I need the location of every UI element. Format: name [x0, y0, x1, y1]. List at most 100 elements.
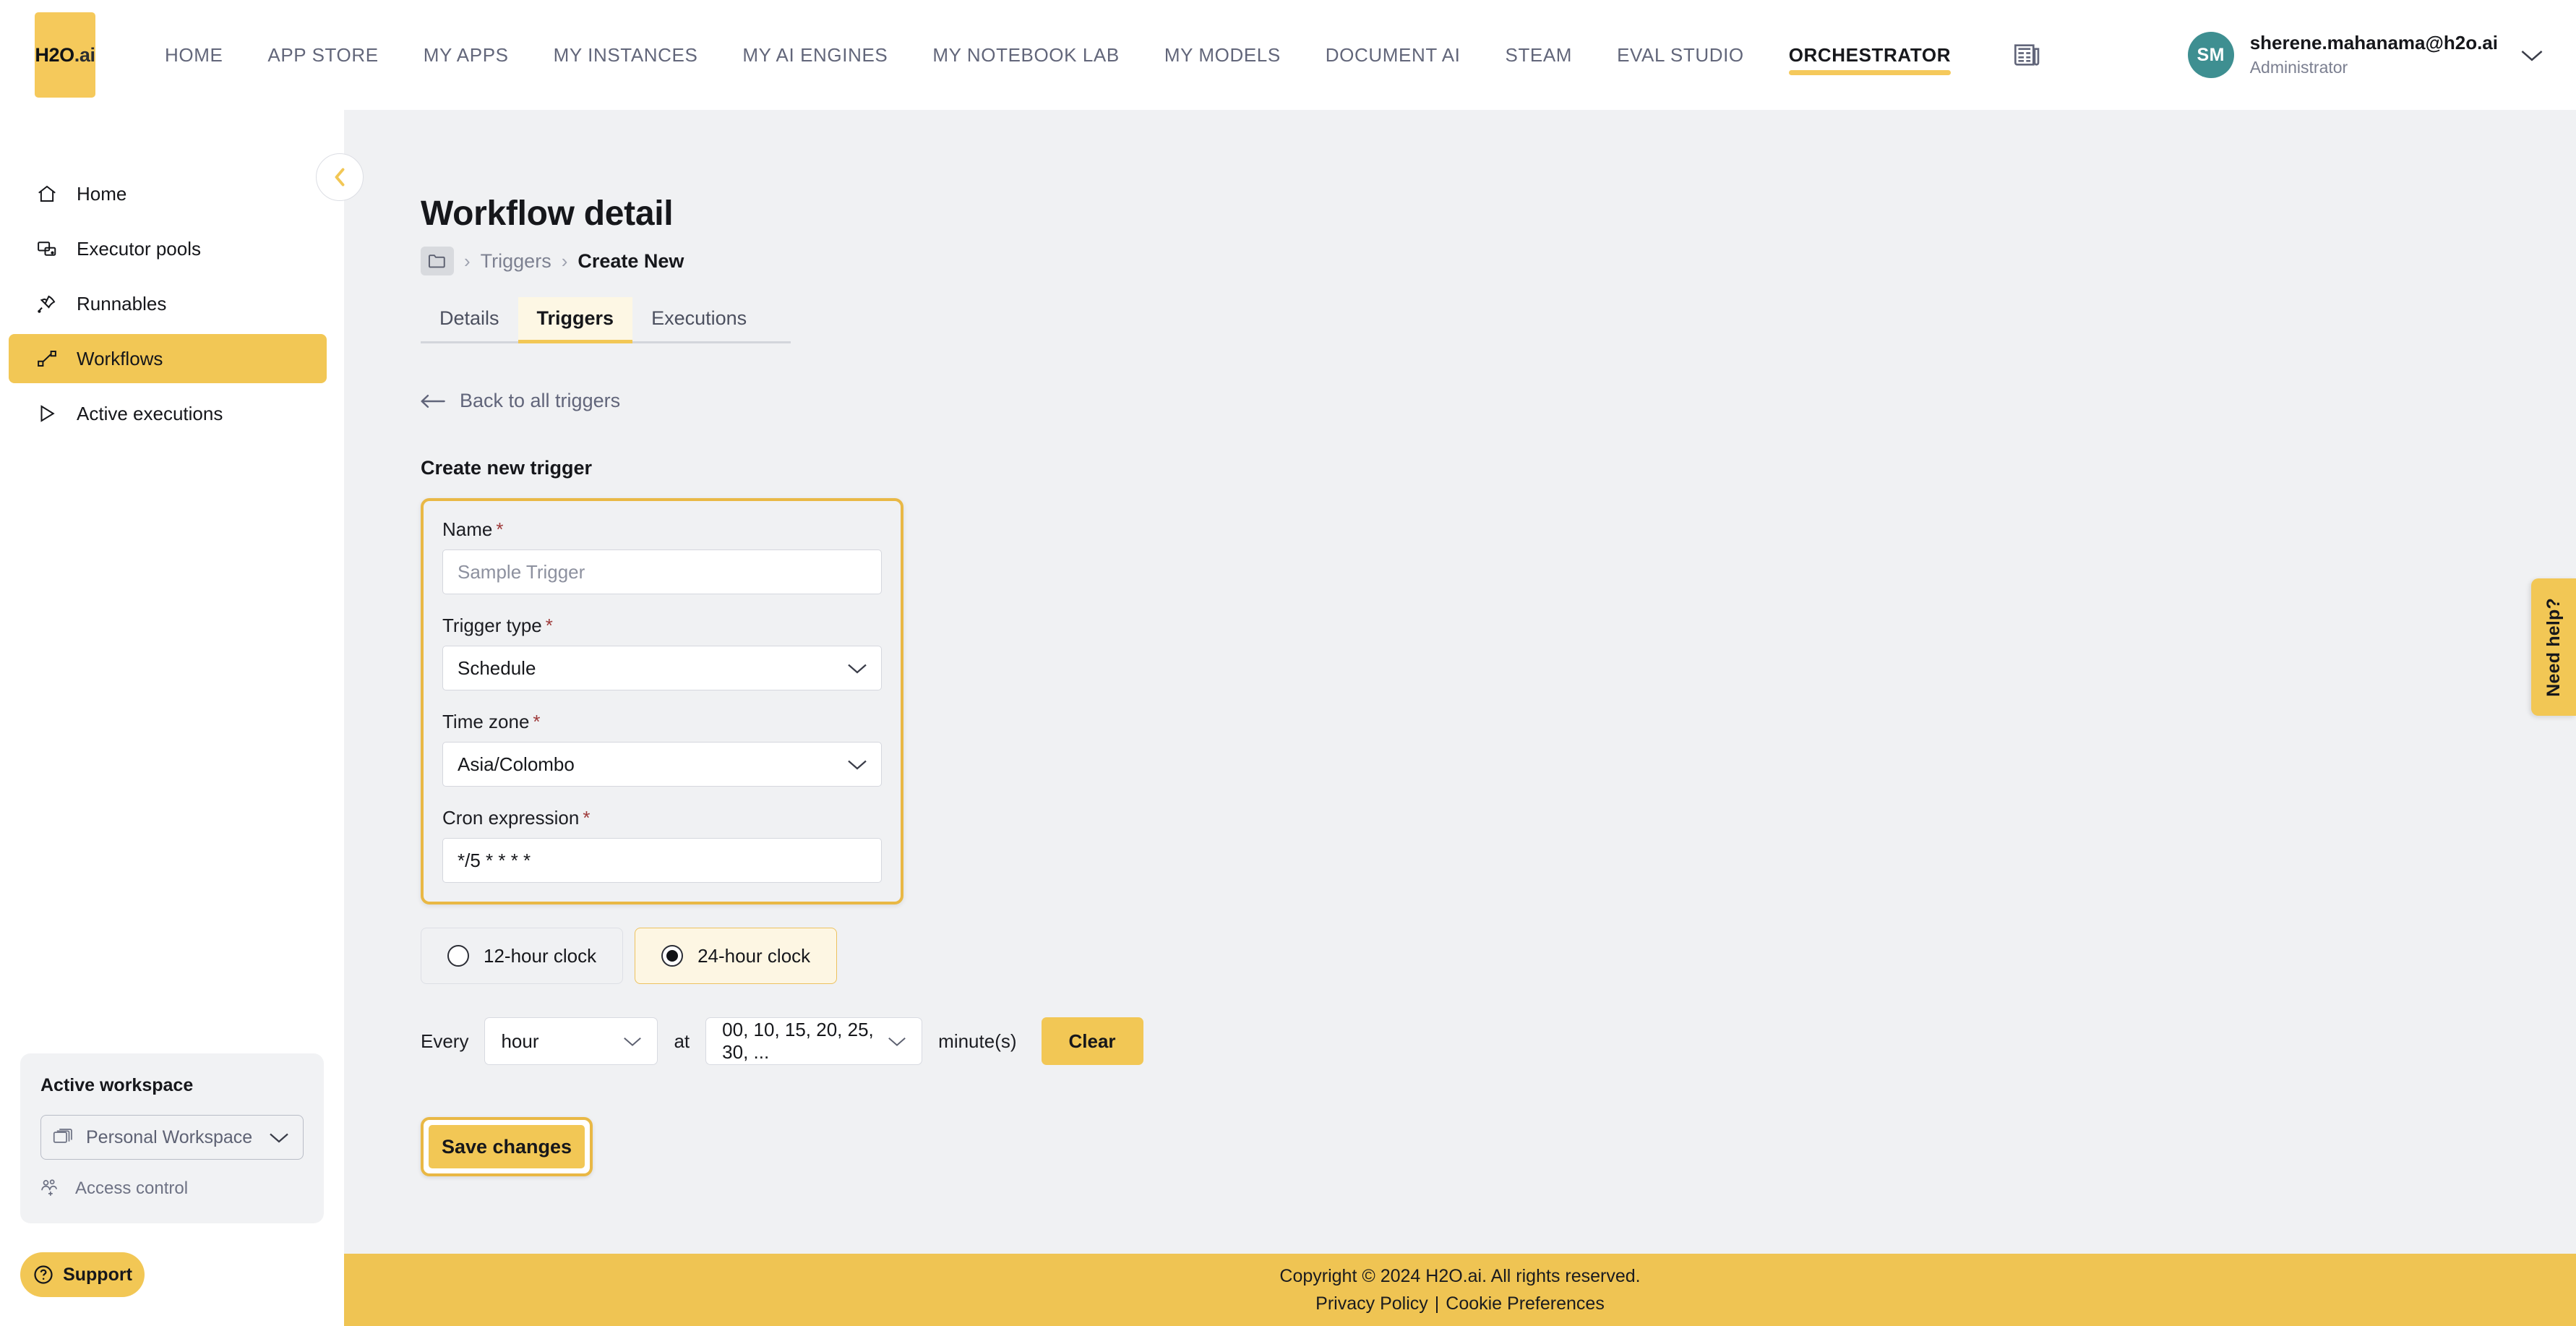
name-input[interactable]: Sample Trigger [442, 549, 882, 594]
detail-tabs: Details Triggers Executions [421, 297, 791, 343]
access-control-link[interactable]: Access control [40, 1179, 304, 1199]
breadcrumb-item-create-new: Create New [578, 249, 684, 272]
sidebar: Home Executor pools Runnables Workflows … [0, 110, 344, 1326]
workspace-select[interactable]: Personal Workspace [40, 1115, 304, 1160]
trigger-type-value: Schedule [458, 656, 536, 679]
support-button[interactable]: Support [20, 1252, 145, 1297]
newspaper-icon[interactable] [2013, 43, 2042, 67]
cron-expression-required-marker: * [583, 807, 591, 829]
nav-link-app-store[interactable]: APP STORE [267, 0, 378, 110]
schedule-builder-row: Every hour at 00, 10, 15, 20, 25, 30, ..… [421, 1017, 2576, 1065]
tab-executions[interactable]: Executions [632, 297, 765, 341]
nav-link-my-apps[interactable]: MY APPS [424, 0, 509, 110]
breadcrumb-item-triggers[interactable]: Triggers [481, 250, 551, 273]
schedule-minutes-value: 00, 10, 15, 20, 25, 30, ... [722, 1019, 874, 1063]
save-changes-button[interactable]: Save changes [429, 1125, 585, 1168]
user-role: Administrator [2249, 58, 2348, 77]
field-cron-expression: Cron expression * */5 * * * * [442, 807, 882, 883]
sidebar-item-label-home: Home [77, 182, 127, 205]
app-root: H2O .ai HOME APP STORE MY APPS MY INSTANC… [0, 0, 2576, 1326]
radio-selected-icon [661, 945, 684, 967]
back-to-all-triggers-label: Back to all triggers [460, 390, 621, 411]
footer-copyright: Copyright © 2024 H2O.ai. All rights rese… [1279, 1265, 1641, 1286]
sidebar-item-label-active-executions: Active executions [77, 402, 223, 424]
footer-separator: | [1434, 1293, 1440, 1314]
sidebar-item-executor-pools[interactable]: Executor pools [9, 224, 327, 273]
schedule-unit-value: hour [501, 1030, 539, 1052]
nav-link-my-instances[interactable]: MY INSTANCES [554, 0, 698, 110]
nav-link-orchestrator[interactable]: ORCHESTRATOR [1788, 0, 1952, 110]
support-label: Support [63, 1264, 132, 1285]
trigger-type-label: Trigger type * [442, 615, 882, 637]
sidebar-item-runnables[interactable]: Runnables [9, 279, 327, 328]
time-zone-value: Asia/Colombo [458, 753, 575, 775]
nav-link-my-notebook-lab[interactable]: MY NOTEBOOK LAB [932, 0, 1119, 110]
clock-option-12-hour[interactable]: 12-hour clock [421, 928, 624, 984]
tab-triggers[interactable]: Triggers [518, 297, 633, 343]
arrow-left-icon [421, 393, 445, 409]
minutes-suffix-label: minute(s) [938, 1030, 1017, 1052]
user-email: sherene.mahanama@h2o.ai [2249, 32, 2498, 54]
nav-link-eval-studio[interactable]: EVAL STUDIO [1617, 0, 1744, 110]
cron-expression-input[interactable]: */5 * * * * [442, 838, 882, 883]
clock-option-24-hour[interactable]: 24-hour clock [635, 928, 838, 984]
chevron-down-icon [846, 757, 868, 771]
name-required-marker: * [496, 518, 504, 540]
nav-link-home[interactable]: HOME [165, 0, 223, 110]
nav-link-steam[interactable]: STEAM [1506, 0, 1573, 110]
create-trigger-form: Name * Sample Trigger Trigger type * Sched… [421, 498, 903, 904]
user-account-menu[interactable]: SM sherene.mahanama@h2o.ai Administrator [2187, 32, 2544, 78]
need-help-tab[interactable]: Need help? [2531, 578, 2576, 716]
breadcrumb-separator-1: › [464, 249, 471, 272]
h2o-logo[interactable]: H2O .ai [35, 12, 95, 98]
nav-link-my-ai-engines[interactable]: MY AI ENGINES [742, 0, 888, 110]
trigger-type-required-marker: * [545, 615, 553, 636]
nav-link-my-models[interactable]: MY MODELS [1164, 0, 1281, 110]
clear-button[interactable]: Clear [1041, 1017, 1143, 1065]
active-workspace-title: Active workspace [40, 1075, 194, 1095]
name-label: Name * [442, 518, 882, 541]
clock-option-12-hour-label: 12-hour clock [484, 944, 597, 967]
time-zone-select[interactable]: Asia/Colombo [442, 742, 882, 787]
breadcrumb: › Triggers › Create New [421, 247, 2576, 275]
main-nav-links: HOME APP STORE MY APPS MY INSTANCES MY A… [165, 0, 2071, 110]
at-label: at [674, 1030, 690, 1052]
trigger-type-select[interactable]: Schedule [442, 646, 882, 690]
radio-unselected-icon [447, 945, 469, 967]
tab-details[interactable]: Details [421, 297, 518, 341]
chevron-down-icon [622, 1035, 643, 1048]
logo-suffix: .ai [74, 43, 95, 66]
cron-expression-label: Cron expression * [442, 807, 882, 829]
every-label: Every [421, 1030, 469, 1052]
play-triangle-icon [36, 403, 62, 424]
field-time-zone: Time zone * Asia/Colombo [442, 711, 882, 787]
name-label-text: Name [442, 518, 493, 540]
back-to-all-triggers-link[interactable]: Back to all triggers [421, 390, 2576, 412]
sidebar-item-home[interactable]: Home [9, 169, 327, 218]
sidebar-item-workflows[interactable]: Workflows [9, 334, 327, 383]
users-add-icon [40, 1179, 62, 1199]
executor-pools-icon [36, 238, 62, 260]
footer-links: Privacy Policy | Cookie Preferences [1315, 1293, 1605, 1314]
home-icon [36, 183, 62, 205]
folder-icon[interactable] [421, 247, 454, 275]
breadcrumb-separator-2: › [561, 249, 568, 272]
privacy-policy-link[interactable]: Privacy Policy [1315, 1293, 1428, 1314]
cookie-preferences-link[interactable]: Cookie Preferences [1446, 1293, 1605, 1314]
field-name: Name * Sample Trigger [442, 518, 882, 594]
sidebar-item-active-executions[interactable]: Active executions [9, 389, 327, 438]
sidebar-collapse-button[interactable] [316, 153, 364, 201]
main-content: Workflow detail › Triggers › Create New … [344, 110, 2576, 1326]
time-zone-required-marker: * [533, 711, 541, 732]
sidebar-nav: Home Executor pools Runnables Workflows … [0, 110, 344, 444]
schedule-minutes-select[interactable]: 00, 10, 15, 20, 25, 30, ... [705, 1017, 923, 1065]
chevron-left-icon [330, 166, 349, 188]
chevron-down-icon[interactable] [2520, 47, 2544, 63]
schedule-unit-select[interactable]: hour [484, 1017, 658, 1065]
nav-link-document-ai[interactable]: DOCUMENT AI [1326, 0, 1461, 110]
create-new-trigger-title: Create new trigger [421, 457, 593, 479]
page-title: Workflow detail [421, 194, 674, 233]
stacked-windows-icon [53, 1128, 74, 1147]
content-wrapper: Workflow detail › Triggers › Create New … [344, 110, 2576, 1176]
chevron-down-icon [846, 661, 868, 675]
